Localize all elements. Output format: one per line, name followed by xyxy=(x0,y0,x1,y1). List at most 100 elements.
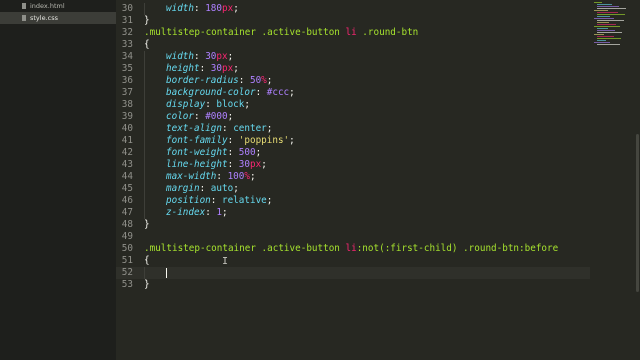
code-text: .multistep-container .active-button li:n… xyxy=(144,243,558,255)
minimap-line xyxy=(597,12,618,13)
code-line[interactable]: 30 width: 180px; xyxy=(116,3,590,15)
code-token: : xyxy=(205,99,217,110)
line-number: 50 xyxy=(121,243,133,254)
minimap-line xyxy=(597,40,606,41)
line-number: 38 xyxy=(121,99,133,110)
code-token: display xyxy=(166,99,206,110)
code-line[interactable]: 46 position: relative; xyxy=(116,195,590,207)
code-line[interactable]: 45 margin: auto; xyxy=(116,183,590,195)
code-line[interactable]: 52 xyxy=(116,267,590,279)
line-number: 35 xyxy=(121,63,133,74)
code-editor[interactable]: I 30 width: 180px; 31} 32 .multistep-contain… xyxy=(116,0,590,360)
scrollbar-thumb[interactable] xyxy=(636,134,639,292)
code-token: ; xyxy=(249,171,256,182)
code-token: ; xyxy=(289,135,295,146)
code-token: .round-btn xyxy=(356,27,419,38)
code-token: } xyxy=(144,15,150,26)
code-token: 50 xyxy=(249,75,262,86)
code-token: 30 xyxy=(210,63,222,74)
minimap-line xyxy=(597,4,612,5)
code-token: : xyxy=(210,195,222,206)
code-line[interactable]: 35 height: 30px; xyxy=(116,63,590,75)
code-token: li xyxy=(345,243,357,254)
code-text: z-index: 1; xyxy=(166,207,228,219)
code-token: : xyxy=(199,183,211,194)
code-text: text-align: center; xyxy=(166,123,272,135)
line-number: 33 xyxy=(121,39,133,50)
code-token: ; xyxy=(227,111,234,122)
editor-window: index.html style.css I 30 width: 180px; 31… xyxy=(0,0,640,360)
code-line[interactable]: 36 border-radius: 50%; xyxy=(116,75,590,87)
code-token: : xyxy=(238,75,250,86)
code-token: border-radius xyxy=(166,75,239,86)
code-line[interactable]: 41 font-family: 'poppins'; xyxy=(116,135,590,147)
minimap[interactable] xyxy=(590,0,634,360)
code-text: margin: auto; xyxy=(166,183,239,195)
code-token: : xyxy=(227,159,239,170)
code-line[interactable]: 39 color: #000; xyxy=(116,111,590,123)
code-text: width: 30px; xyxy=(166,51,233,63)
line-number: 32 xyxy=(121,27,133,38)
code-token: relative xyxy=(221,195,267,206)
code-token: z-index xyxy=(166,207,206,218)
code-text: display: block; xyxy=(166,99,250,111)
sidebar-file-label: style.css xyxy=(30,14,58,22)
code-line[interactable]: 34 width: 30px; xyxy=(116,51,590,63)
code-token: margin xyxy=(166,183,200,194)
code-token: { xyxy=(144,255,150,266)
code-line[interactable]: 47 z-index: 1; xyxy=(116,207,590,219)
code-line[interactable]: 42 font-weight: 500; xyxy=(116,147,590,159)
code-token: height xyxy=(166,63,200,74)
code-token: :before xyxy=(519,243,559,254)
code-line[interactable]: 32 .multistep-container .active-button li… xyxy=(116,27,590,39)
indent-guide xyxy=(144,195,145,207)
code-token: 30 xyxy=(238,159,250,170)
code-token: auto xyxy=(210,183,234,194)
line-number: 41 xyxy=(121,135,133,146)
line-number: 44 xyxy=(121,171,133,182)
vertical-scrollbar[interactable] xyxy=(634,0,640,360)
line-number: 42 xyxy=(121,147,133,158)
code-line[interactable]: 53} xyxy=(116,279,590,291)
minimap-line xyxy=(594,42,610,43)
code-line[interactable]: 49 xyxy=(116,231,590,243)
code-line[interactable]: 38 display: block; xyxy=(116,99,590,111)
code-token: ; xyxy=(227,51,234,62)
code-line[interactable]: 44 max-width: 100%; xyxy=(116,171,590,183)
code-token: : xyxy=(205,207,217,218)
code-token: #ccc xyxy=(266,87,290,98)
line-number: 37 xyxy=(121,87,133,98)
file-icon xyxy=(22,15,26,21)
code-line[interactable]: 40 text-align: center; xyxy=(116,123,590,135)
indent-guide xyxy=(144,111,145,123)
code-text: } xyxy=(144,219,150,231)
code-token: .multistep-container .active-button xyxy=(144,243,346,254)
minimap-line xyxy=(597,6,619,7)
sidebar-file-index-html[interactable]: index.html xyxy=(0,0,116,12)
code-line[interactable]: 31} xyxy=(116,15,590,27)
code-token: ; xyxy=(289,87,295,98)
code-line[interactable]: 37 background-color: #ccc; xyxy=(116,87,590,99)
code-token: ; xyxy=(261,159,267,170)
code-text: height: 30px; xyxy=(166,63,239,75)
code-line[interactable]: 33 { xyxy=(116,39,590,51)
minimap-line xyxy=(597,44,620,45)
indent-guide xyxy=(144,75,145,87)
line-number: 36 xyxy=(121,75,133,86)
code-token: ; xyxy=(266,195,273,206)
code-line[interactable]: 50 .multistep-container .active-button li… xyxy=(116,243,590,255)
line-number: 46 xyxy=(121,195,133,206)
sidebar-file-style-css[interactable]: style.css xyxy=(0,12,116,24)
minimap-line xyxy=(597,8,626,9)
minimap-line xyxy=(594,2,602,3)
line-number: 48 xyxy=(121,219,133,230)
code-line[interactable]: 51 { xyxy=(116,255,590,267)
code-token: 100 xyxy=(227,171,245,182)
code-line[interactable]: 43 line-height: 30px; xyxy=(116,159,590,171)
file-sidebar: index.html style.css xyxy=(0,0,116,360)
code-text: border-radius: 50%; xyxy=(166,75,272,87)
minimap-line xyxy=(594,18,614,19)
code-token: li xyxy=(345,27,357,38)
code-line[interactable]: 48} xyxy=(116,219,590,231)
indent-guide xyxy=(144,51,145,63)
